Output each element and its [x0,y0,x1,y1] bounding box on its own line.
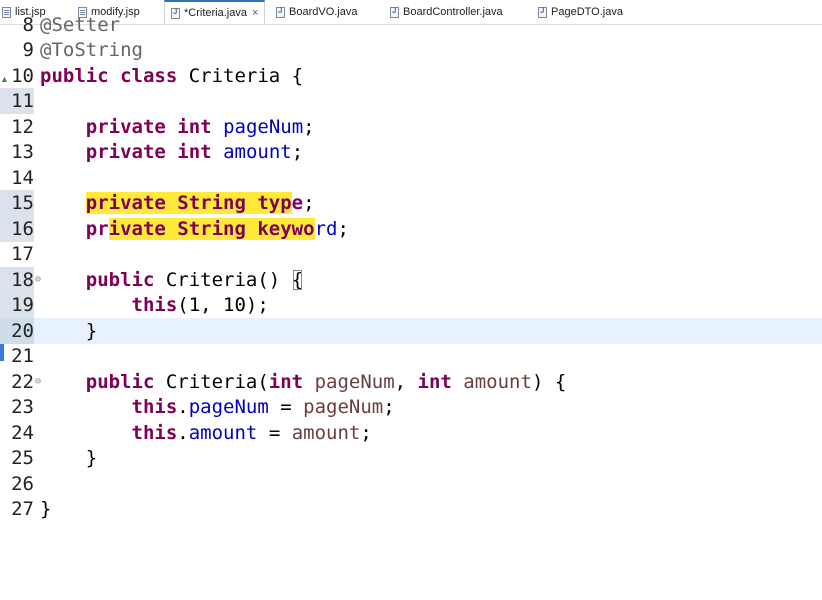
field-amount: amount [223,141,292,163]
line-number: 25 [11,447,34,469]
keyword: this [131,294,178,316]
field-pagenum: pageNum [223,116,304,138]
semicolon: ; [303,192,315,214]
keyword: this [131,422,178,444]
keyword: int [417,371,452,393]
line-number: 15 [0,190,34,216]
line-number: 8 [22,14,34,36]
annotation-setter: @Setter [40,14,121,36]
keyword: this [131,396,178,418]
parameter-pagenum: pageNum [303,371,395,393]
code-line[interactable]: 27 } [0,496,822,522]
highlight-segment: private String typ [85,192,292,214]
line-number: 12 [11,116,34,138]
line-number: 9 [22,39,34,61]
code-line[interactable]: 8 @Setter [0,12,822,38]
line-number: 10 [11,65,34,87]
parameter-amount: amount [451,371,532,393]
code-line[interactable]: 22 ⊖ public Criteria(int pageNum, int am… [0,369,822,395]
separator: , [394,371,418,393]
highlighted-text: private String typ [85,192,292,214]
code-line[interactable]: 12 private int pageNum; [0,114,822,140]
keyword: int [268,371,304,393]
constructor-declaration: Criteria() [154,269,292,291]
code-line[interactable]: 19 this(1, 10); [0,292,822,318]
code-line[interactable]: 24 this.amount = amount; [0,420,822,446]
highlight-segment: ivate String keywo [108,218,315,240]
code-line[interactable]: 9 @ToString [0,37,822,63]
semicolon: ; [291,141,304,163]
code-line[interactable]: 18 ⊖ public Criteria() { [0,267,822,293]
code-line[interactable]: 17 [0,241,822,267]
line-number: 17 [11,243,34,265]
line-number: 27 [11,498,34,520]
line-number: 22 [11,371,34,393]
line-number: 21 [11,345,34,367]
dot: . [177,422,189,444]
annotation-tostring: @ToString [40,39,143,61]
text-segment: e [291,192,304,214]
matching-bracket: { [291,269,304,291]
code-line[interactable]: 15 private String type; [0,190,822,216]
code-line[interactable]: 23 this.pageNum = pageNum; [0,394,822,420]
code-line[interactable]: 13 private int amount; [0,139,822,165]
code-line[interactable]: 25 } [0,445,822,471]
line-number: 19 [0,292,34,318]
code-line[interactable]: 14 [0,165,822,191]
line-number: 26 [11,473,34,495]
line-number: 16 [0,216,34,242]
operator: = [257,422,292,444]
code-editor[interactable]: ▲ 8 @Setter 9 @ToString 10 public class … [0,14,822,542]
code-line[interactable]: 10 public class Criteria { [0,63,822,89]
closing-brace: } [85,320,98,342]
line-number: 13 [11,141,34,163]
line-number: 18 [0,267,34,293]
code-line[interactable]: 26 [0,471,822,497]
keyword: private int [85,141,212,163]
closing-brace: } [85,447,98,469]
code-line[interactable]: 21 [0,343,822,369]
dot: . [177,396,189,418]
keyword: private int [85,116,212,138]
text-segment: pr [85,218,109,240]
keyword: public class [40,65,178,87]
line-number: 20 [0,318,34,344]
open-brace: ) { [531,371,567,393]
line-number: 23 [11,396,34,418]
semicolon: ; [337,218,349,240]
semicolon: ; [303,116,315,138]
parameter-pagenum: pageNum [303,396,384,418]
semicolon: ; [360,422,372,444]
operator: = [268,396,304,418]
line-number: 14 [11,167,34,189]
current-code-line[interactable]: 20 } [0,318,822,344]
constructor-declaration: Criteria( [154,371,269,393]
line-number: 24 [11,422,34,444]
highlighted-text: ivate String keywo [108,218,315,240]
keyword: public [85,371,155,393]
class-declaration: Criteria { [177,65,304,87]
semicolon: ; [383,396,395,418]
closing-brace: } [40,498,52,520]
field-amount: amount [188,422,258,444]
constructor-call: (1, 10); [177,294,269,316]
field-pagenum: pageNum [188,396,269,418]
code-line[interactable]: 16 private String keyword; [0,216,822,242]
code-line[interactable]: 11 [0,88,822,114]
parameter-amount: amount [291,422,361,444]
text-segment: rd [314,218,338,240]
keyword: public [85,269,155,291]
line-number: 11 [0,88,34,114]
